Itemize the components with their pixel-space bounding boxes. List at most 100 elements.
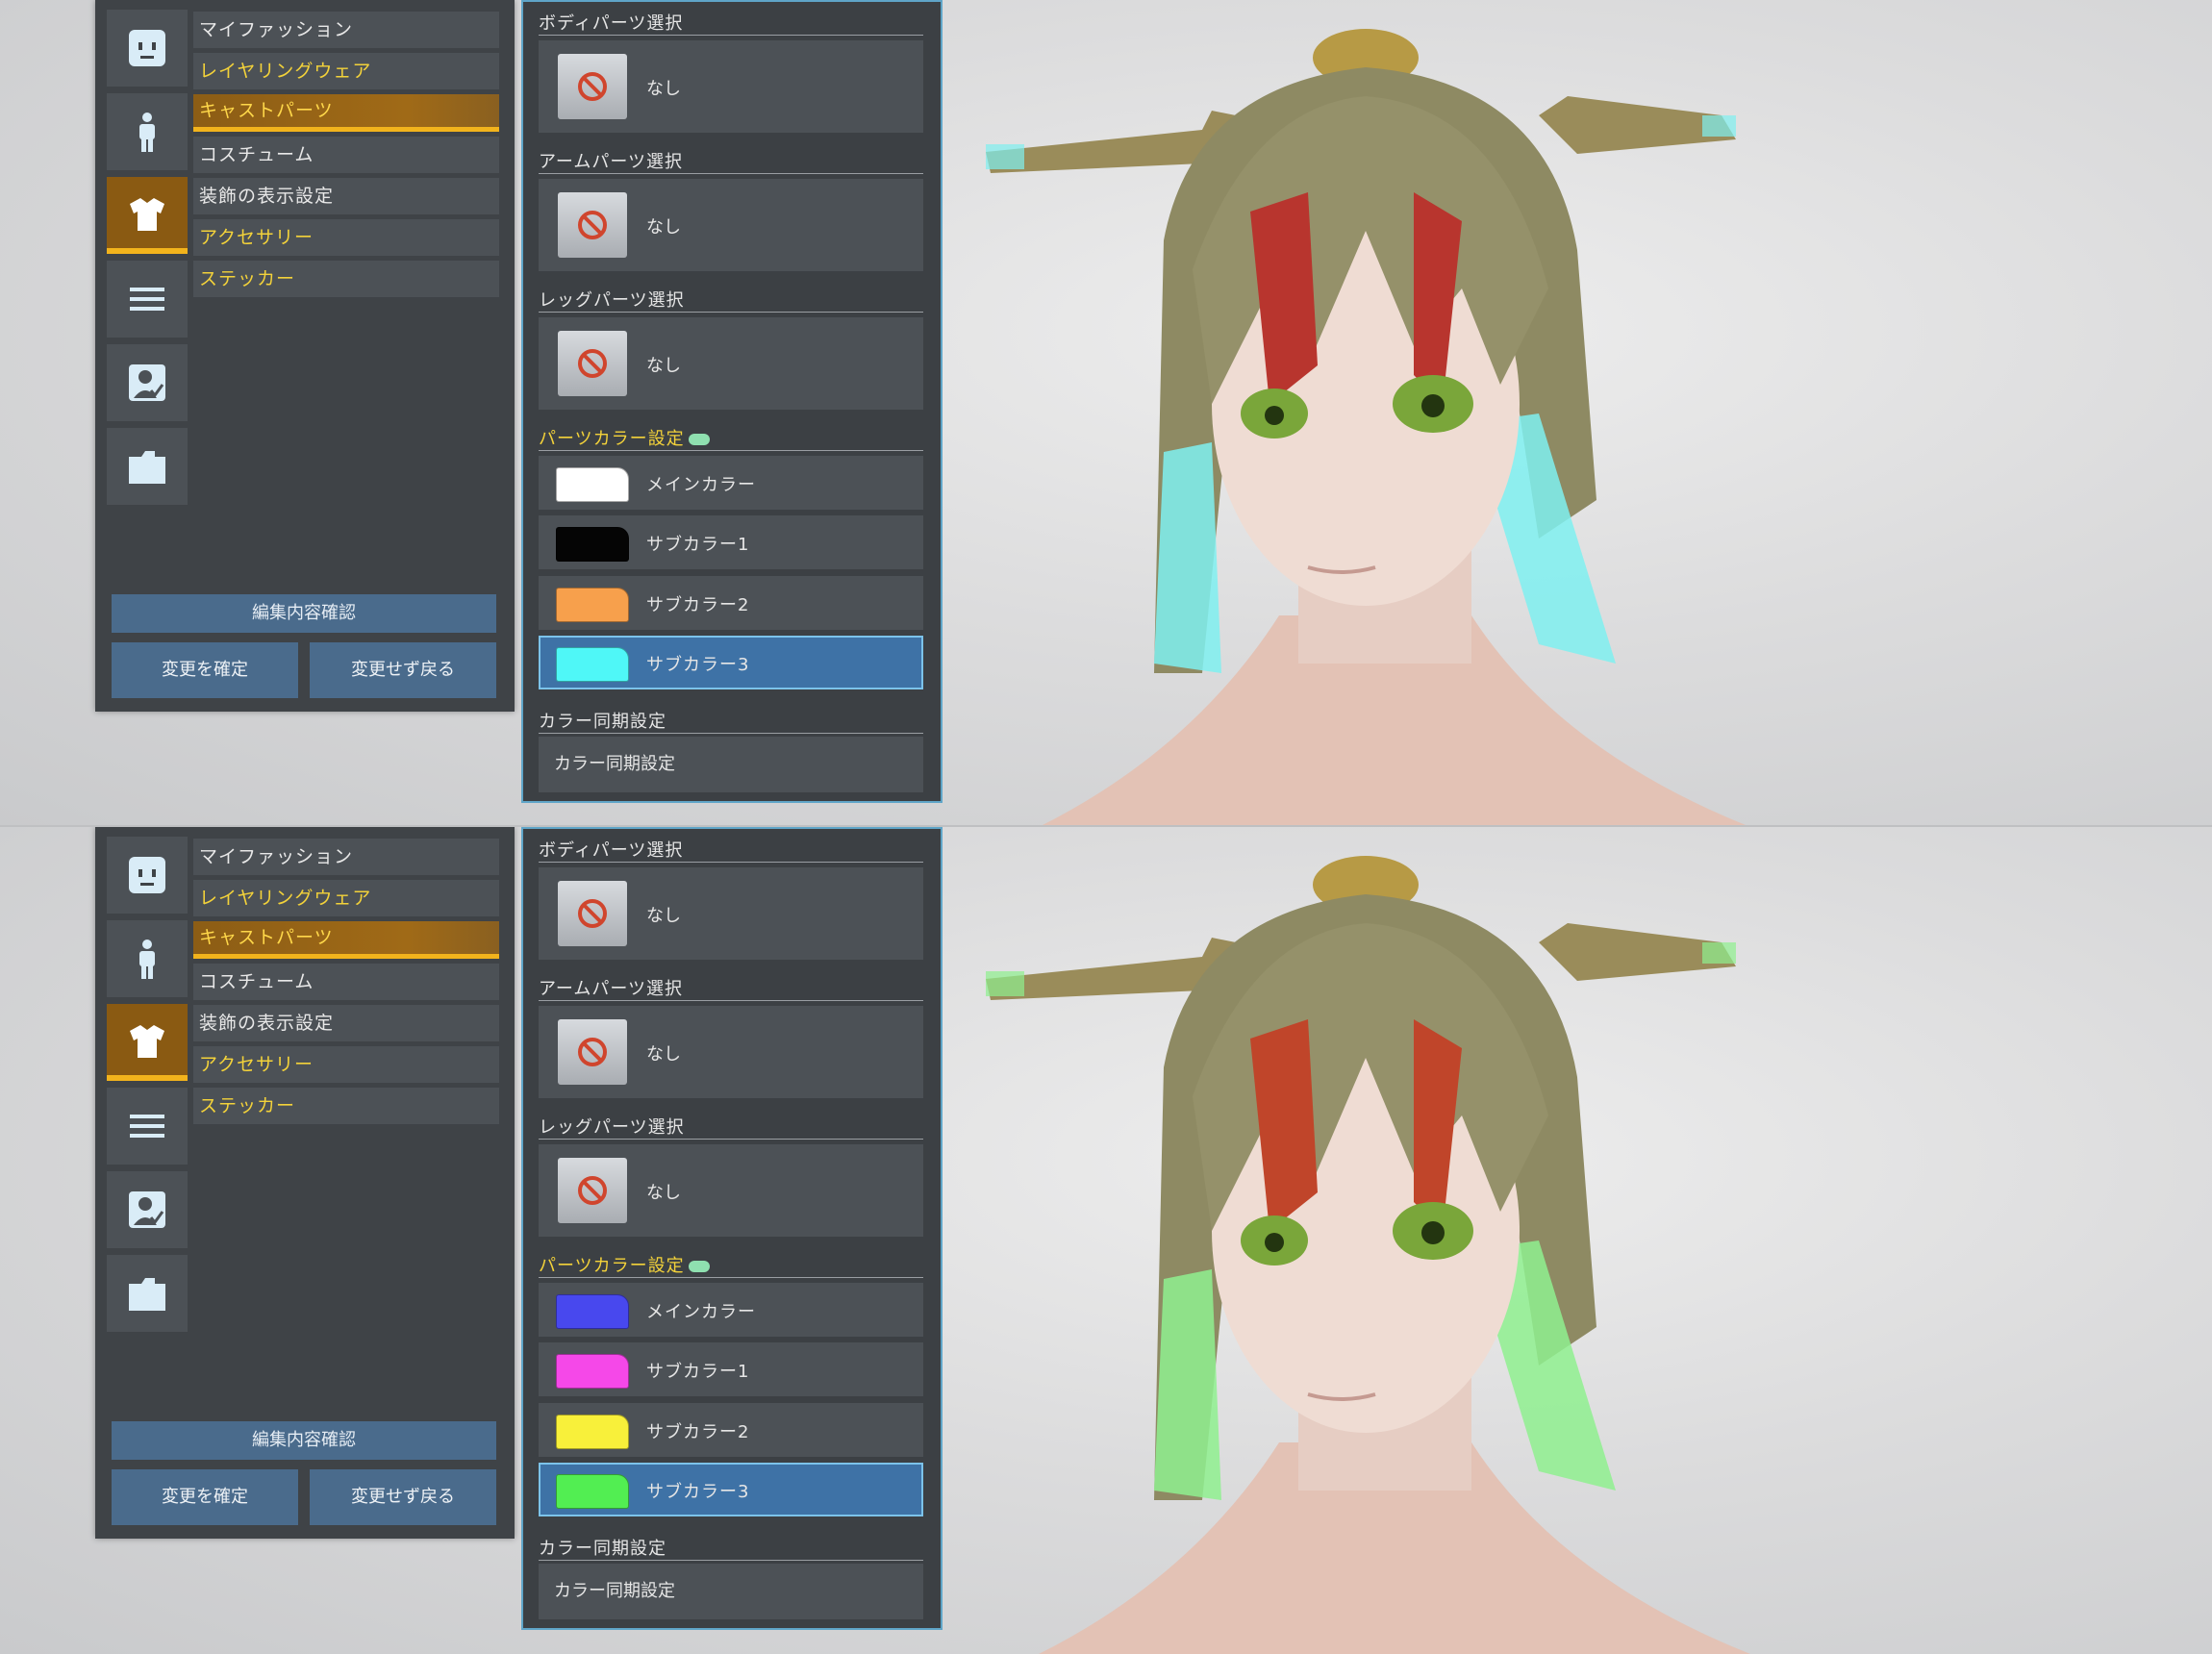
menu-item-decoration-display[interactable]: 装飾の表示設定 bbox=[193, 178, 499, 214]
sub-color-1-row[interactable]: サブカラー1 bbox=[539, 515, 923, 569]
body-parts-title: ボディパーツ選択 bbox=[539, 837, 923, 863]
menu-item-layering-wear[interactable]: レイヤリングウェア bbox=[193, 53, 499, 89]
accessory-light-right bbox=[1702, 115, 1736, 137]
arm-parts-selector[interactable]: なし bbox=[539, 179, 923, 271]
right-pupil bbox=[1421, 1221, 1445, 1244]
arm-parts-value: なし bbox=[646, 1044, 681, 1065]
left-pupil bbox=[1265, 406, 1284, 425]
cancel-changes-button[interactable]: 変更せず戻る bbox=[310, 1469, 496, 1525]
shirt-icon[interactable] bbox=[107, 1004, 188, 1081]
menu-item-sticker[interactable]: ステッカー bbox=[193, 1088, 499, 1124]
leg-parts-selector[interactable]: なし bbox=[539, 317, 923, 410]
sub-color-3-label: サブカラー3 bbox=[646, 655, 750, 675]
sub-color-3-label: サブカラー3 bbox=[646, 1482, 750, 1502]
main-color-swatch bbox=[556, 1294, 629, 1329]
none-icon bbox=[558, 192, 627, 258]
face-icon[interactable] bbox=[107, 837, 188, 914]
none-icon bbox=[558, 331, 627, 396]
menu-item-accessory[interactable]: アクセサリー bbox=[193, 1046, 499, 1083]
main-color-swatch bbox=[556, 467, 629, 502]
parts-color-title: パーツカラー設定 bbox=[539, 425, 923, 451]
main-color-row[interactable]: メインカラー bbox=[539, 456, 923, 510]
face-icon[interactable] bbox=[107, 10, 188, 87]
body-parts-value: なし bbox=[646, 906, 681, 926]
sub-color-3-swatch bbox=[556, 1474, 629, 1509]
folder-icon[interactable] bbox=[107, 1255, 188, 1332]
sub-color-1-swatch bbox=[556, 527, 629, 562]
category-menu-panel: マイファッション レイヤリングウェア キャストパーツ コスチューム 装飾の表示設… bbox=[95, 0, 515, 712]
sub-color-2-swatch bbox=[556, 1415, 629, 1449]
arm-parts-value: なし bbox=[646, 217, 681, 238]
none-icon bbox=[558, 54, 627, 119]
left-pupil bbox=[1265, 1233, 1284, 1252]
sub-color-1-row[interactable]: サブカラー1 bbox=[539, 1342, 923, 1396]
menu-item-accessory[interactable]: アクセサリー bbox=[193, 219, 499, 256]
leg-parts-selector[interactable]: なし bbox=[539, 1144, 923, 1237]
folder-icon[interactable] bbox=[107, 428, 188, 505]
right-pupil bbox=[1421, 394, 1445, 417]
list-icon[interactable] bbox=[107, 1088, 188, 1165]
apply-changes-button[interactable]: 変更を確定 bbox=[112, 1469, 298, 1525]
list-icon[interactable] bbox=[107, 261, 188, 338]
color-sync-title: カラー同期設定 bbox=[539, 708, 923, 734]
none-icon bbox=[558, 1158, 627, 1223]
profile-icon[interactable] bbox=[107, 344, 188, 421]
category-menu-list: マイファッション レイヤリングウェア キャストパーツ コスチューム 装飾の表示設… bbox=[193, 839, 499, 1129]
category-menu-panel: マイファッション レイヤリングウェア キャストパーツ コスチューム 装飾の表示設… bbox=[95, 827, 515, 1539]
body-icon[interactable] bbox=[107, 920, 188, 997]
new-badge-icon bbox=[688, 434, 710, 445]
leg-parts-value: なし bbox=[646, 356, 681, 376]
menu-item-layering-wear[interactable]: レイヤリングウェア bbox=[193, 880, 499, 916]
sub-color-1-label: サブカラー1 bbox=[646, 1362, 750, 1382]
accessory-light-left bbox=[986, 971, 1024, 996]
review-changes-button[interactable]: 編集内容確認 bbox=[112, 594, 496, 633]
leg-parts-title: レッグパーツ選択 bbox=[539, 287, 923, 313]
arm-parts-selector[interactable]: なし bbox=[539, 1006, 923, 1098]
sub-color-3-row[interactable]: サブカラー3 bbox=[539, 636, 923, 689]
action-button-row: 変更を確定 変更せず戻る bbox=[112, 1469, 496, 1525]
body-parts-selector[interactable]: なし bbox=[539, 867, 923, 960]
accessory-light-left bbox=[986, 144, 1024, 169]
sub-color-2-label: サブカラー2 bbox=[646, 1422, 750, 1442]
category-icon-column bbox=[107, 10, 188, 512]
parts-color-title-text: パーツカラー設定 bbox=[539, 429, 685, 449]
apply-changes-button[interactable]: 変更を確定 bbox=[112, 642, 298, 698]
sub-color-2-swatch bbox=[556, 588, 629, 622]
body-parts-value: なし bbox=[646, 79, 681, 99]
bottom-screen: マイファッション レイヤリングウェア キャストパーツ コスチューム 装飾の表示設… bbox=[0, 827, 2212, 1654]
menu-item-sticker[interactable]: ステッカー bbox=[193, 261, 499, 297]
body-parts-selector[interactable]: なし bbox=[539, 40, 923, 133]
parts-color-title: パーツカラー設定 bbox=[539, 1252, 923, 1278]
menu-item-costume[interactable]: コスチューム bbox=[193, 137, 499, 173]
color-sync-button[interactable]: カラー同期設定 bbox=[539, 1564, 923, 1619]
body-icon[interactable] bbox=[107, 93, 188, 170]
sub-color-2-row[interactable]: サブカラー2 bbox=[539, 576, 923, 630]
character-preview bbox=[986, 856, 1750, 1654]
accessory-light-right bbox=[1702, 942, 1736, 964]
menu-item-decoration-display[interactable]: 装飾の表示設定 bbox=[193, 1005, 499, 1041]
menu-item-my-fashion[interactable]: マイファッション bbox=[193, 839, 499, 875]
shirt-icon[interactable] bbox=[107, 177, 188, 254]
sub-color-1-swatch bbox=[556, 1354, 629, 1389]
hair-tips-left bbox=[1154, 442, 1221, 673]
category-icon-column bbox=[107, 837, 188, 1339]
menu-item-cast-parts[interactable]: キャストパーツ bbox=[193, 921, 499, 959]
review-changes-button[interactable]: 編集内容確認 bbox=[112, 1421, 496, 1460]
menu-item-my-fashion[interactable]: マイファッション bbox=[193, 12, 499, 48]
leg-parts-value: なし bbox=[646, 1183, 681, 1203]
menu-item-costume[interactable]: コスチューム bbox=[193, 964, 499, 1000]
menu-item-cast-parts[interactable]: キャストパーツ bbox=[193, 94, 499, 132]
main-color-label: メインカラー bbox=[646, 1302, 756, 1322]
none-icon bbox=[558, 1019, 627, 1085]
sub-color-2-row[interactable]: サブカラー2 bbox=[539, 1403, 923, 1457]
main-color-label: メインカラー bbox=[646, 475, 756, 495]
main-color-row[interactable]: メインカラー bbox=[539, 1283, 923, 1337]
category-menu-list: マイファッション レイヤリングウェア キャストパーツ コスチューム 装飾の表示設… bbox=[193, 12, 499, 302]
sub-color-3-row[interactable]: サブカラー3 bbox=[539, 1463, 923, 1516]
profile-icon[interactable] bbox=[107, 1171, 188, 1248]
none-icon bbox=[558, 881, 627, 946]
top-screen: マイファッション レイヤリングウェア キャストパーツ コスチューム 装飾の表示設… bbox=[0, 0, 2212, 827]
color-sync-button[interactable]: カラー同期設定 bbox=[539, 737, 923, 792]
parts-panel: ボディパーツ選択 なし アームパーツ選択 なし レッグパーツ選択 なし パーツカ… bbox=[521, 0, 943, 803]
cancel-changes-button[interactable]: 変更せず戻る bbox=[310, 642, 496, 698]
